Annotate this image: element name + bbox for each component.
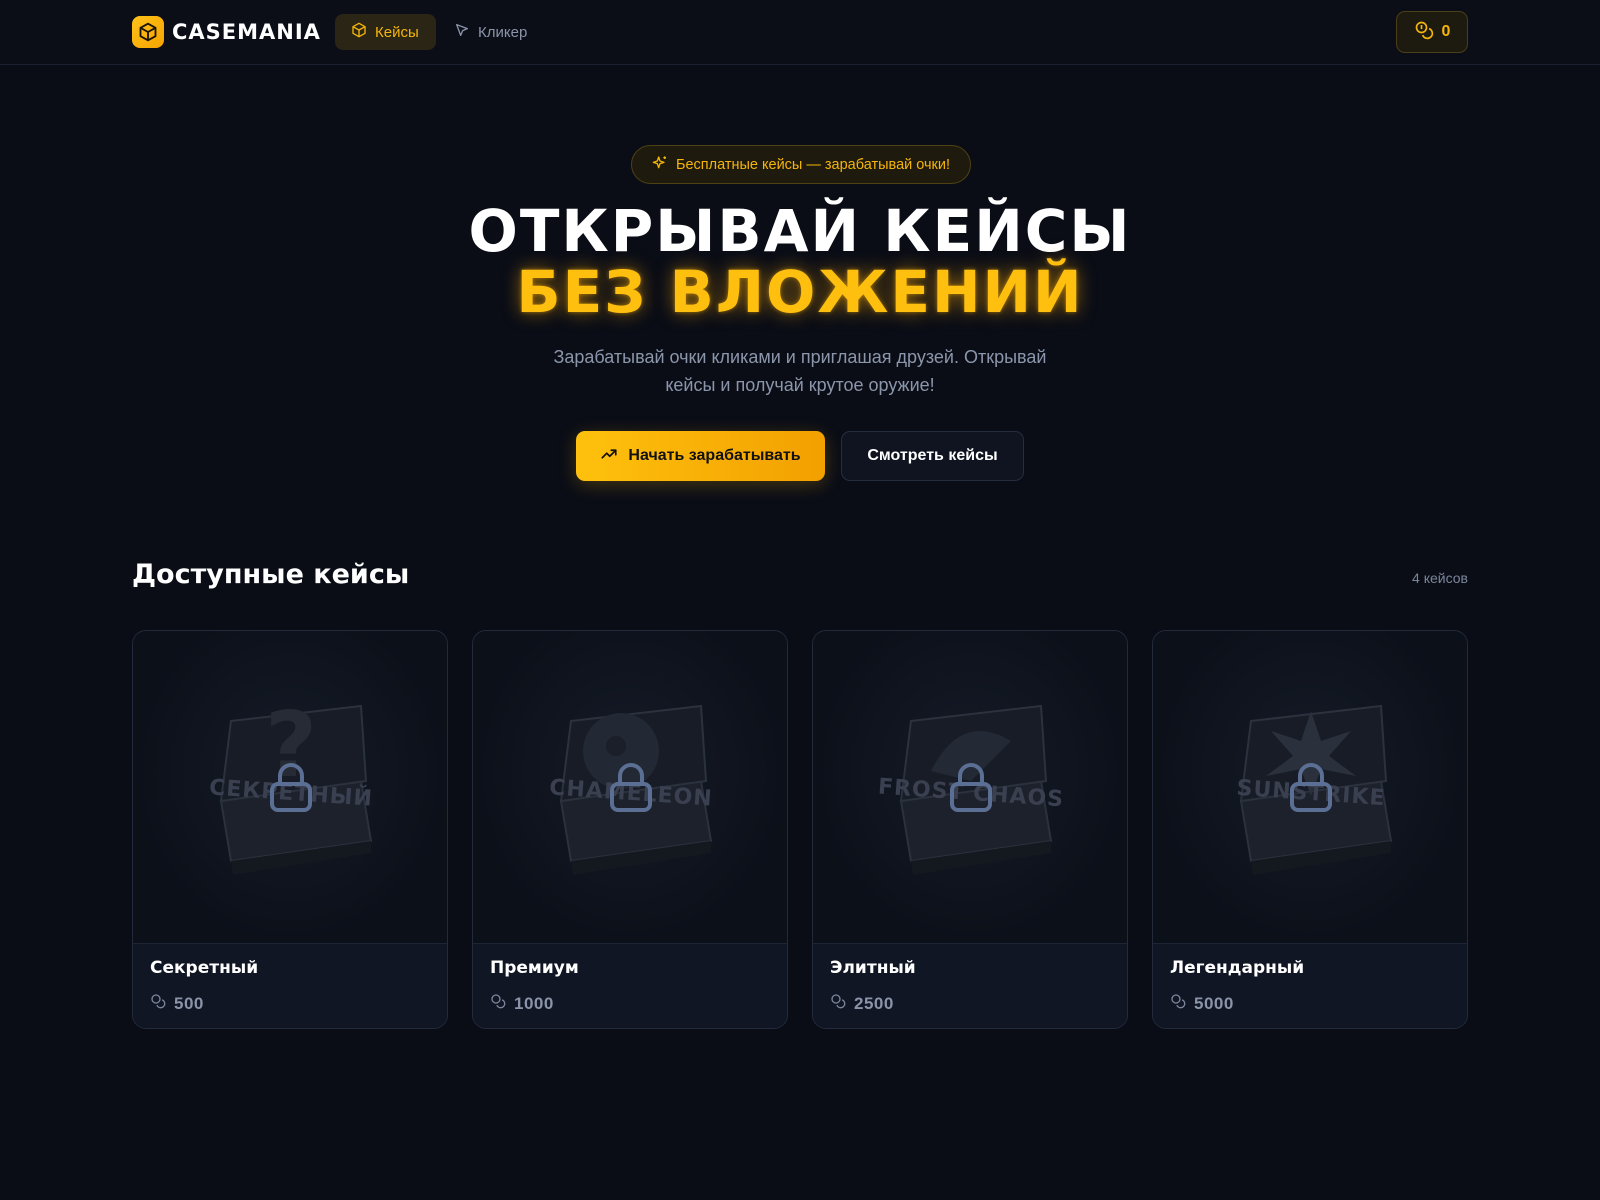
case-card-footer: Секретный 500 (133, 943, 447, 1028)
lock-icon (950, 763, 992, 812)
case-name: Легендарный (1170, 958, 1305, 978)
case-image: SUNSTRIKE (1153, 631, 1467, 943)
cases-count: 4 кейсов (1412, 570, 1468, 586)
promo-badge-text: Бесплатные кейсы — зарабатывай очки! (675, 156, 951, 173)
case-price-value: 1000 (514, 993, 554, 1013)
coins-icon (830, 993, 846, 1014)
case-card-legendary[interactable]: SUNSTRIKE Легендарный 5000 (1152, 630, 1468, 1029)
nav-tab-label: Кейсы (375, 23, 419, 41)
case-card-footer: Премиум 1000 (473, 943, 787, 1028)
hero-subtitle: Зарабатывай очки кликами и приглашая дру… (553, 347, 1047, 395)
promo-badge: Бесплатные кейсы — зарабатывай очки! (631, 145, 971, 184)
coins-icon (1414, 20, 1434, 45)
view-cases-button[interactable]: Смотреть кейсы (841, 431, 1024, 481)
sparkles-icon (652, 155, 668, 175)
lock-icon (610, 763, 652, 812)
case-price-value: 2500 (854, 993, 894, 1013)
case-price: 2500 (830, 993, 894, 1014)
start-earning-label: Начать зарабатывать (628, 447, 801, 464)
lock-icon (270, 763, 312, 812)
case-price: 5000 (1170, 993, 1234, 1014)
logo[interactable]: CASEMANIA (132, 16, 321, 48)
hero-title: ОТКРЫВАЙ КЕЙСЫ (468, 197, 1132, 265)
balance-value: 0 (1441, 23, 1451, 40)
case-price-value: 500 (174, 993, 204, 1013)
start-earning-button[interactable]: Начать зарабатывать (576, 431, 825, 481)
case-price: 500 (150, 993, 204, 1014)
header: CASEMANIA Кейсы Кликер 0 (0, 0, 1600, 65)
cursor-icon (454, 22, 470, 42)
case-card-secret[interactable]: ? СЕКРЕТНЫЙ Секретный 500 (132, 630, 448, 1029)
case-card-elite[interactable]: FROST CHAOS Элитный 2500 (812, 630, 1128, 1029)
nav-tab-label: Кликер (478, 23, 528, 41)
section-title: Доступные кейсы (132, 559, 410, 590)
hero-title-accent: БЕЗ ВЛОЖЕНИЙ (516, 258, 1084, 326)
cube-icon (351, 22, 367, 42)
view-cases-label: Смотреть кейсы (867, 447, 998, 464)
case-image: CHAMELEON (473, 631, 787, 943)
balance-badge[interactable]: 0 (1396, 11, 1468, 53)
cube-icon (132, 16, 164, 48)
coins-icon (150, 993, 166, 1014)
case-price: 1000 (490, 993, 554, 1014)
coins-icon (1170, 993, 1186, 1014)
case-name: Секретный (150, 958, 259, 978)
case-name: Элитный (830, 958, 916, 978)
case-card-premium[interactable]: CHAMELEON Премиум 1000 (472, 630, 788, 1029)
nav-tab-clicker[interactable]: Кликер (454, 14, 527, 50)
lock-icon (1290, 763, 1332, 812)
trending-up-icon (600, 445, 618, 468)
case-price-value: 5000 (1194, 993, 1234, 1013)
case-card-footer: Элитный 2500 (813, 943, 1127, 1028)
nav-tab-cases[interactable]: Кейсы (335, 14, 436, 50)
logo-text: CASEMANIA (172, 20, 321, 44)
case-name: Премиум (490, 958, 579, 978)
case-image: ? СЕКРЕТНЫЙ (133, 631, 447, 943)
case-card-footer: Легендарный 5000 (1153, 943, 1467, 1028)
coins-icon (490, 993, 506, 1014)
case-image: FROST CHAOS (813, 631, 1127, 943)
